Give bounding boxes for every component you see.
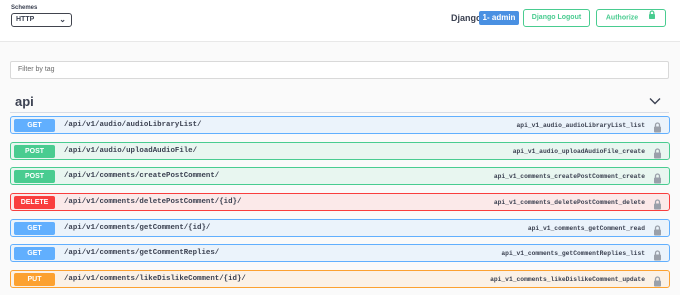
operation-path: /api/v1/comments/getComment/{id}/	[64, 224, 211, 232]
method-badge: POST	[14, 170, 55, 183]
lock-icon[interactable]	[653, 274, 662, 287]
operation-row[interactable]: GET/api/v1/comments/getComment/{id}/ api_…	[10, 219, 670, 237]
operation-path: /api/v1/comments/getCommentReplies/	[64, 249, 220, 257]
method-badge: PUT	[14, 273, 55, 286]
lock-icon[interactable]	[653, 120, 662, 133]
lock-icon[interactable]	[653, 171, 662, 184]
top-bar: Schemes HTTP ⌄ Django 1- admin Django Lo…	[0, 0, 680, 42]
schemes-label: Schemes	[11, 5, 38, 11]
operation-path: /api/v1/comments/deletePostComment/{id}/	[64, 198, 242, 206]
section-divider	[10, 112, 669, 113]
operation-row[interactable]: GET/api/v1/audio/audioLibraryList/api_v1…	[10, 116, 670, 134]
lock-icon	[648, 10, 656, 25]
operation-row[interactable]: DELETE/api/v1/comments/deletePostComment…	[10, 193, 670, 211]
operation-id: api_v1_audio_audioLibraryList_list	[516, 122, 645, 129]
chevron-down-icon: ⌄	[59, 15, 66, 24]
operation-id: api_v1_comments_likeDislikeComment_updat…	[490, 276, 645, 283]
operation-id: api_v1_comments_getComment_read	[527, 225, 645, 232]
user-badge: 1- admin	[479, 11, 519, 25]
filter-by-tag-input[interactable]: Filter by tag	[10, 61, 669, 79]
django-label: Django	[451, 13, 482, 23]
lock-icon[interactable]	[653, 146, 662, 159]
authorize-button[interactable]: Authorize	[596, 9, 666, 27]
section-title: api	[15, 94, 34, 109]
method-badge: GET	[14, 222, 55, 235]
method-badge: POST	[14, 145, 55, 158]
operation-row[interactable]: PUT/api/v1/comments/likeDislikeComment/{…	[10, 270, 670, 288]
operation-id: api_v1_comments_getCommentReplies_list	[501, 250, 645, 257]
operation-path: /api/v1/comments/createPostComment/	[64, 172, 220, 180]
authorize-label: Authorize	[605, 14, 639, 22]
scheme-select-value: HTTP	[16, 16, 35, 23]
method-badge: GET	[14, 247, 55, 260]
chevron-down-icon[interactable]	[648, 94, 662, 106]
scheme-select[interactable]: HTTP ⌄	[11, 13, 72, 27]
operation-id: api_v1_comments_deletePostComment_delete	[493, 199, 645, 206]
operation-path: /api/v1/audio/uploadAudioFile/	[64, 147, 198, 155]
operation-row[interactable]: POST/api/v1/audio/uploadAudioFile/api_v1…	[10, 142, 670, 160]
lock-icon[interactable]	[653, 223, 662, 236]
lock-icon[interactable]	[653, 197, 662, 210]
operation-path: /api/v1/audio/audioLibraryList/	[64, 121, 202, 129]
django-logout-button[interactable]: Django Logout	[523, 9, 590, 27]
method-badge: GET	[14, 119, 55, 132]
operation-row[interactable]: GET/api/v1/comments/getCommentReplies/ap…	[10, 244, 670, 262]
operation-row[interactable]: POST/api/v1/comments/createPostComment/a…	[10, 167, 670, 185]
operation-id: api_v1_audio_uploadAudioFile_create	[512, 148, 645, 155]
operation-id: api_v1_comments_createPostComment_create	[493, 173, 645, 180]
lock-icon[interactable]	[653, 248, 662, 261]
method-badge: DELETE	[14, 196, 55, 209]
operation-path: /api/v1/comments/likeDislikeComment/{id}…	[64, 275, 246, 283]
